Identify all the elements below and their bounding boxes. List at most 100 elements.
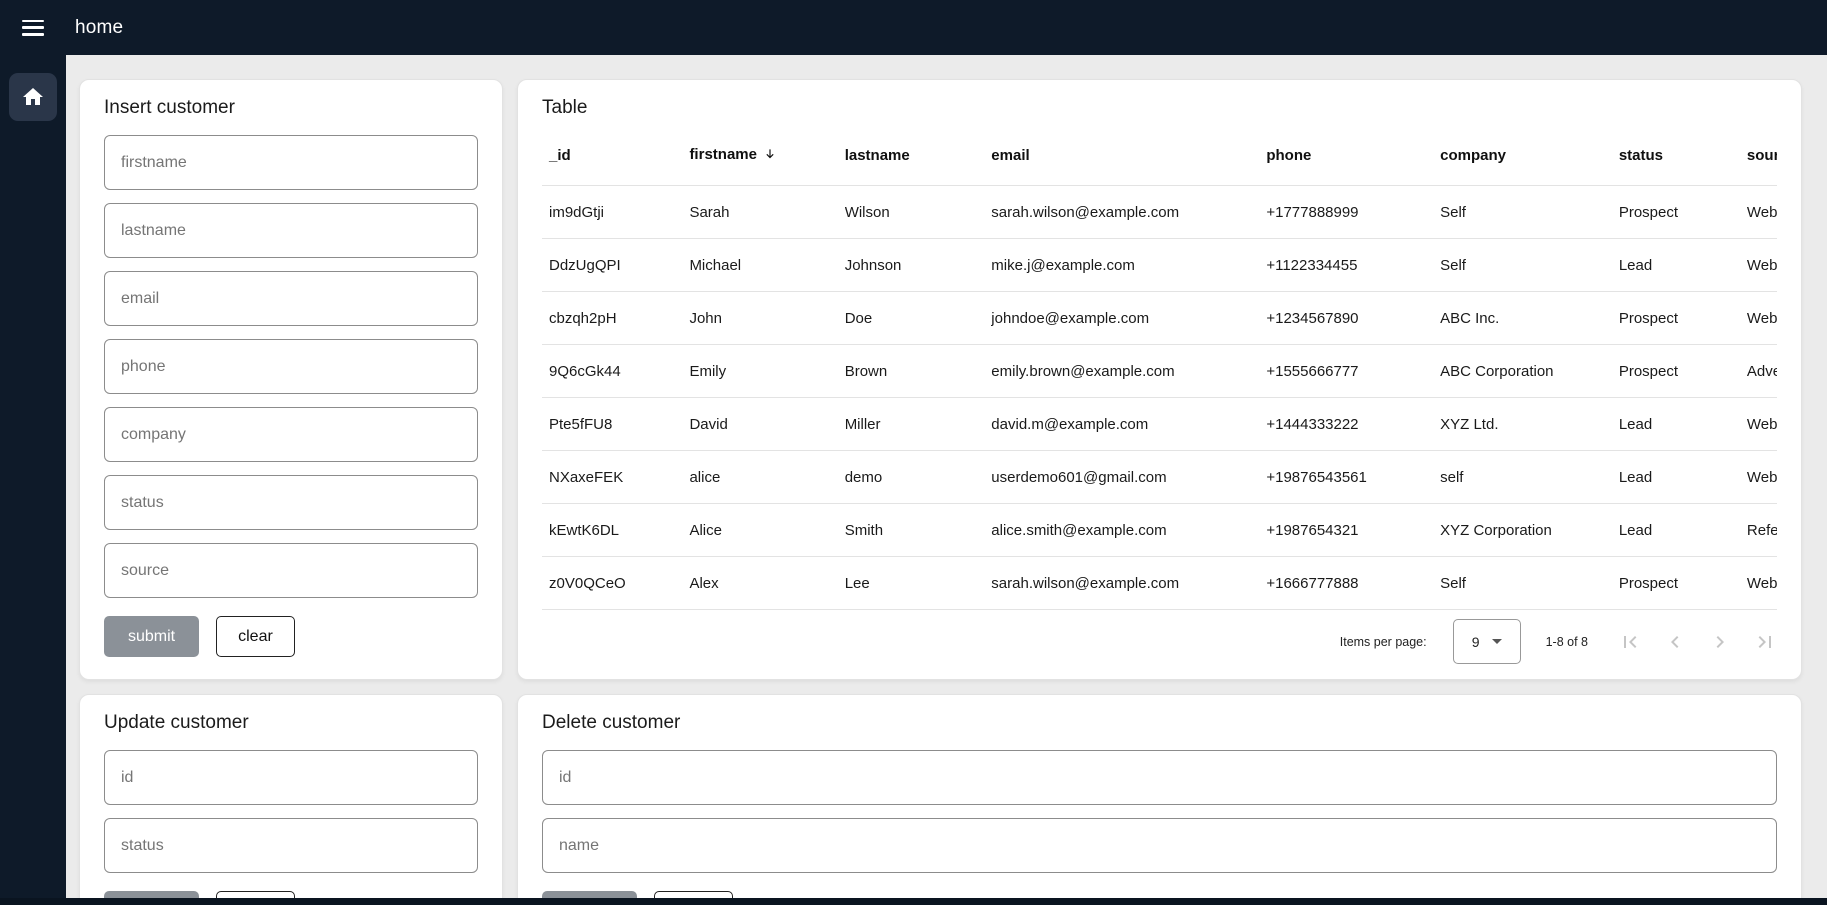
home-icon <box>21 85 45 109</box>
column-label: email <box>991 147 1029 164</box>
cell-phone: +1234567890 <box>1266 292 1440 345</box>
cell-firstname: Michael <box>689 239 844 292</box>
cell-status: Prospect <box>1619 557 1747 610</box>
insert-firstname-input[interactable] <box>104 135 478 190</box>
table-row: NXaxeFEKalicedemouserdemo601@gmail.com+1… <box>542 451 1777 504</box>
cell-status: Prospect <box>1619 345 1747 398</box>
chevron-left-icon <box>1663 630 1687 654</box>
next-page-button[interactable] <box>1708 630 1732 654</box>
cell-lastname: Wilson <box>845 186 992 239</box>
update-id-input[interactable] <box>104 750 478 805</box>
cell-lastname: Johnson <box>845 239 992 292</box>
cell-firstname: Emily <box>689 345 844 398</box>
last-page-button[interactable] <box>1753 630 1777 654</box>
update-card-title: Update customer <box>104 712 478 734</box>
insert-company-input[interactable] <box>104 407 478 462</box>
cell-firstname: David <box>689 398 844 451</box>
cell-phone: +1555666777 <box>1266 345 1440 398</box>
column-label: lastname <box>845 147 910 164</box>
column-header-lastname[interactable]: lastname <box>845 125 992 186</box>
column-label: source <box>1747 147 1777 164</box>
update-fields <box>104 750 478 873</box>
column-label: firstname <box>689 146 757 163</box>
cell-source: Referral <box>1747 504 1777 557</box>
cell-lastname: Brown <box>845 345 992 398</box>
table-card-title: Table <box>542 97 1777 119</box>
cell-phone: +1666777888 <box>1266 557 1440 610</box>
hamburger-menu-icon[interactable] <box>22 20 44 36</box>
table-row: DdzUgQPIMichaelJohnsonmike.j@example.com… <box>542 239 1777 292</box>
column-header-source[interactable]: source <box>1747 125 1777 186</box>
insert-customer-card: Insert customer submit clear <box>79 79 503 680</box>
cell-_id: z0V0QCeO <box>542 557 689 610</box>
column-label: company <box>1440 147 1506 164</box>
first-page-icon <box>1618 630 1642 654</box>
first-page-button[interactable] <box>1618 630 1642 654</box>
items-per-page-label: Items per page: <box>1340 635 1427 649</box>
window-bottom-edge <box>0 898 1827 905</box>
column-header-company[interactable]: company <box>1440 125 1619 186</box>
cell-source: Website <box>1747 451 1777 504</box>
insert-phone-input[interactable] <box>104 339 478 394</box>
column-header-phone[interactable]: phone <box>1266 125 1440 186</box>
insert-submit-button[interactable]: submit <box>104 616 199 657</box>
table-row: 9Q6cGk44EmilyBrownemily.brown@example.co… <box>542 345 1777 398</box>
cell-firstname: alice <box>689 451 844 504</box>
insert-email-input[interactable] <box>104 271 478 326</box>
cell-_id: Pte5fFU8 <box>542 398 689 451</box>
table-header-row: _idfirstname lastname email phone company sta… <box>542 125 1777 186</box>
page-size-select[interactable]: 9 <box>1453 619 1521 664</box>
column-header-status[interactable]: status <box>1619 125 1747 186</box>
paginator: Items per page: 9 1-8 of 8 <box>542 619 1777 664</box>
table-row: Pte5fFU8DavidMillerdavid.m@example.com+1… <box>542 398 1777 451</box>
chevron-right-icon <box>1708 630 1732 654</box>
insert-source-input[interactable] <box>104 543 478 598</box>
cell-status: Prospect <box>1619 186 1747 239</box>
column-header-firstname[interactable]: firstname <box>689 125 844 186</box>
previous-page-button[interactable] <box>1663 630 1687 654</box>
cell-firstname: Alex <box>689 557 844 610</box>
insert-lastname-input[interactable] <box>104 203 478 258</box>
cell-lastname: Doe <box>845 292 992 345</box>
cell-phone: +1444333222 <box>1266 398 1440 451</box>
delete-name-input[interactable] <box>542 818 1777 873</box>
cell-source: Website <box>1747 398 1777 451</box>
insert-clear-button[interactable]: clear <box>216 616 295 657</box>
column-label: phone <box>1266 147 1311 164</box>
select-caret-icon <box>1492 639 1502 644</box>
update-customer-card: Update customer submit clear <box>79 694 503 905</box>
page-title: home <box>75 17 123 39</box>
insert-fields <box>104 135 478 598</box>
cell-email: johndoe@example.com <box>991 292 1266 345</box>
cell-email: userdemo601@gmail.com <box>991 451 1266 504</box>
sidebar-item-home[interactable] <box>9 73 57 121</box>
column-header-email[interactable]: email <box>991 125 1266 186</box>
cell-_id: 9Q6cGk44 <box>542 345 689 398</box>
page-size-value: 9 <box>1472 634 1480 650</box>
last-page-icon <box>1753 630 1777 654</box>
sort-descending-arrow-icon <box>763 147 777 165</box>
cell-email: emily.brown@example.com <box>991 345 1266 398</box>
delete-id-input[interactable] <box>542 750 1777 805</box>
cell-company: ABC Corporation <box>1440 345 1619 398</box>
cell-phone: +1777888999 <box>1266 186 1440 239</box>
cell-firstname: Alice <box>689 504 844 557</box>
column-label: status <box>1619 147 1663 164</box>
cell-source: Website <box>1747 186 1777 239</box>
delete-customer-card: Delete customer submit clear <box>517 694 1802 905</box>
cell-source: Website <box>1747 292 1777 345</box>
insert-status-input[interactable] <box>104 475 478 530</box>
table-row: kEwtK6DLAliceSmithalice.smith@example.co… <box>542 504 1777 557</box>
cell-company: ABC Inc. <box>1440 292 1619 345</box>
content-area: Insert customer submit clear Table _idfi… <box>66 55 1827 905</box>
cell-phone: +1122334455 <box>1266 239 1440 292</box>
delete-card-title: Delete customer <box>542 712 1777 734</box>
insert-card-title: Insert customer <box>104 97 478 119</box>
update-status-input[interactable] <box>104 818 478 873</box>
cell-lastname: Lee <box>845 557 992 610</box>
cell-status: Lead <box>1619 239 1747 292</box>
cell-company: XYZ Ltd. <box>1440 398 1619 451</box>
column-header-_id[interactable]: _id <box>542 125 689 186</box>
cell-phone: +19876543561 <box>1266 451 1440 504</box>
table-card: Table _idfirstname lastname email phone comp… <box>517 79 1802 680</box>
